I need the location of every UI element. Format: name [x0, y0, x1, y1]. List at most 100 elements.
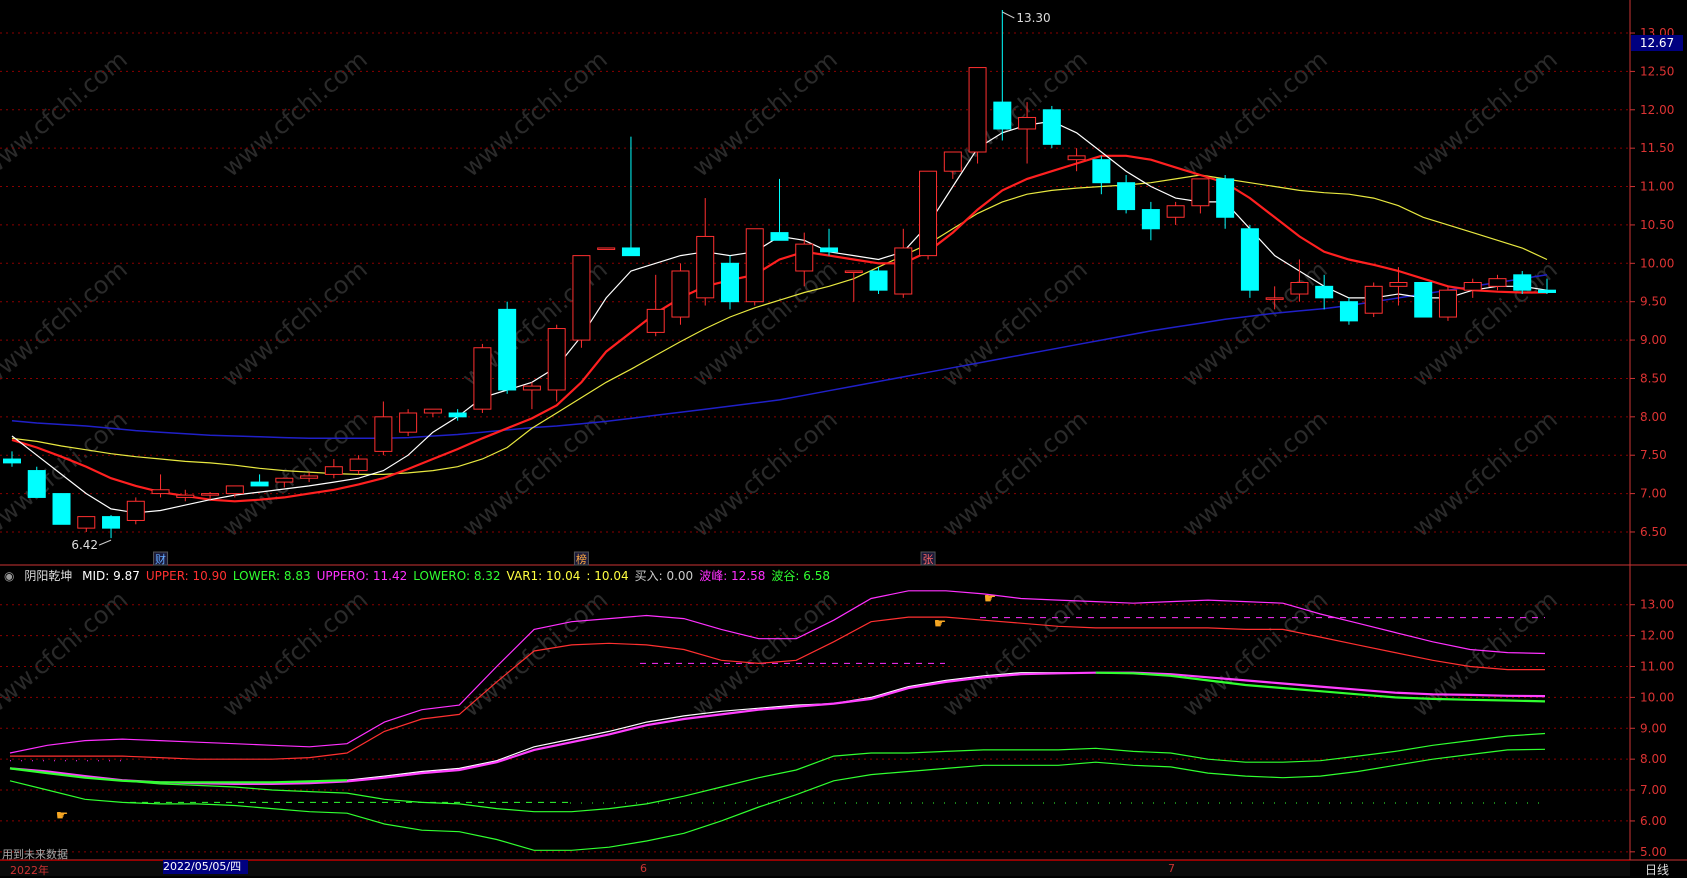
month-6-label: 6: [640, 862, 647, 875]
watermark-text: www.cfchi.com: [0, 45, 133, 182]
candle-up: [77, 516, 96, 529]
watermark-layer: www.cfchi.com www.cfchi.com www.cfchi.com w…: [0, 45, 1563, 722]
date-cursor-box: 2022/05/05/四: [163, 860, 248, 874]
ind-y-tick-label: 8.00: [1640, 752, 1667, 766]
indicator-header: ◉ 阴阳乾坤 MID: 9.87 UPPER: 10.90 LOWER: 8.83 U…: [4, 567, 842, 583]
candle-down: [27, 470, 46, 498]
candle-down: [498, 308, 517, 391]
candle-up: [126, 500, 145, 521]
candle-up: [324, 466, 343, 475]
candle-up: [201, 493, 220, 496]
watermark-text: www.cfchi.com: [687, 585, 843, 722]
indicator-values: MID: 9.87 UPPER: 10.90 LOWER: 8.83 UPPERO: …: [82, 569, 836, 583]
candle-up: [547, 328, 566, 391]
candle-up: [968, 67, 987, 153]
watermark-text: www.cfchi.com: [1407, 405, 1563, 542]
candle-up: [522, 385, 541, 391]
indicator-value: 买入: 0.00: [634, 569, 694, 583]
y-tick-label: 10.00: [1640, 256, 1674, 270]
ind-y-tick-label: 12.00: [1640, 629, 1674, 643]
watermark-text: www.cfchi.com: [937, 255, 1093, 392]
candle-down: [869, 270, 888, 291]
y-tick-label: 6.50: [1640, 525, 1667, 539]
candle-down: [1092, 159, 1111, 184]
y-tick-label: 8.00: [1640, 410, 1667, 424]
year-label: 2022年: [10, 864, 49, 877]
y-tick-label: 8.50: [1640, 371, 1667, 385]
candle-up: [275, 477, 294, 483]
high-pointer: [1002, 11, 1015, 19]
indicator-value: LOWERO: 8.32: [413, 569, 501, 583]
candle-up: [1018, 116, 1037, 130]
candle-up: [473, 347, 492, 410]
signal-segment-early: [9, 767, 348, 784]
candle-up: [1389, 282, 1408, 287]
hand-pointer-icon: ☛: [934, 616, 947, 632]
candle-down: [993, 101, 1012, 130]
y-tick-label: 7.50: [1640, 448, 1667, 462]
ind-y-tick-label: 13.00: [1640, 598, 1674, 612]
ind-y-tick-label: 7.00: [1640, 783, 1667, 797]
candle-up: [1265, 297, 1284, 300]
y-tick-label: 9.00: [1640, 333, 1667, 347]
candle-down: [1141, 209, 1160, 230]
event-marker-label: 财: [155, 552, 166, 566]
watermark-text: www.cfchi.com: [687, 45, 843, 182]
candle-down: [448, 412, 467, 418]
watermark-text: www.cfchi.com: [1177, 45, 1333, 182]
series-lower: [9, 732, 1546, 813]
y-tick-label: 10.50: [1640, 218, 1674, 232]
watermark-text: www.cfchi.com: [1177, 405, 1333, 542]
watermark-text: www.cfchi.com: [937, 585, 1093, 722]
hand-pointer-icon: ☛: [56, 808, 69, 824]
candle-up: [1463, 282, 1482, 291]
indicator-value: UPPER: 10.90: [145, 569, 227, 583]
indicator-name[interactable]: 阴阳乾坤: [24, 569, 72, 583]
y-tick-label: 11.00: [1640, 180, 1674, 194]
candle-up: [1290, 282, 1309, 295]
candle-down: [1538, 289, 1556, 293]
y-tick-label: 11.50: [1640, 141, 1674, 155]
series-lowero: [9, 748, 1546, 851]
candle-down: [1513, 274, 1532, 291]
watermark-text: www.cfchi.com: [217, 45, 373, 182]
y-tick-label: 12.50: [1640, 64, 1674, 78]
stock-chart: www.cfchi.com www.cfchi.com www.cfchi.com w…: [0, 0, 1687, 861]
ind-y-tick-label: 9.00: [1640, 721, 1667, 735]
candle-up: [423, 408, 442, 414]
candle-up: [1364, 285, 1383, 314]
period-tab-daily[interactable]: 日线: [1645, 861, 1669, 878]
watermark-text: www.cfchi.com: [217, 585, 373, 722]
watermark-text: www.cfchi.com: [457, 45, 613, 182]
watermark-text: www.cfchi.com: [1407, 45, 1563, 182]
candle-up: [597, 247, 616, 250]
indicator-value: 波峰: 12.58: [699, 569, 766, 583]
y-tick-label: 7.00: [1640, 487, 1667, 501]
watermark-text: www.cfchi.com: [0, 585, 133, 722]
candle-up: [745, 228, 764, 303]
watermark-text: www.cfchi.com: [457, 585, 613, 722]
indicator-value: : 10.04: [586, 569, 629, 583]
candle-up: [894, 247, 913, 295]
candle-up: [151, 489, 170, 495]
watermark-text: www.cfchi.com: [217, 255, 373, 392]
candle-down: [820, 247, 839, 253]
candle-down: [720, 262, 739, 303]
candle-down: [3, 458, 21, 464]
month-7-label: 7: [1168, 862, 1175, 875]
candle-down: [1315, 285, 1334, 299]
collapse-icon[interactable]: ◉: [4, 569, 14, 583]
indicator-value: 波谷: 6.58: [771, 569, 830, 583]
ind-y-tick-label: 5.00: [1640, 845, 1667, 859]
candle-up: [1438, 289, 1457, 318]
candle-up: [572, 255, 591, 341]
hand-pointer-icon: ☛: [984, 591, 997, 607]
candle-down: [770, 232, 789, 241]
low-pointer: [98, 539, 112, 546]
indicator-value: VAR1: 10.04: [506, 569, 581, 583]
high-label: 13.30: [1016, 11, 1050, 25]
watermark-text: www.cfchi.com: [1177, 585, 1333, 722]
y-tick-label: 9.50: [1640, 295, 1667, 309]
candle-up: [1067, 155, 1086, 161]
event-marker-label: 榜: [576, 552, 587, 566]
